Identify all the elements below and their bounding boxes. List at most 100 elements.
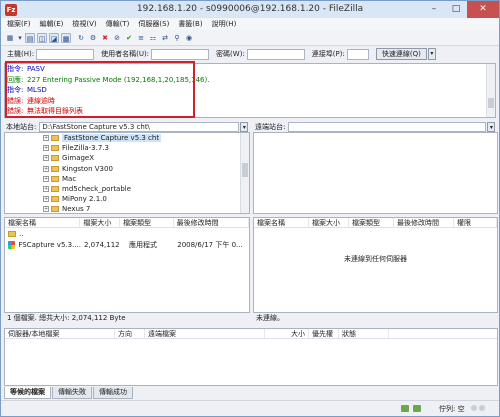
- col-size[interactable]: 大小: [265, 329, 309, 338]
- site-manager-icon[interactable]: ▦: [5, 33, 15, 43]
- process-queue-icon[interactable]: ⚙: [88, 33, 98, 43]
- col-filetype[interactable]: 檔案類型: [120, 218, 174, 227]
- tree-item[interactable]: + MiPony 2.1.0: [5, 194, 249, 204]
- filter-icon[interactable]: ⚏: [148, 33, 158, 43]
- file-row-parent[interactable]: ..: [5, 228, 249, 239]
- tab-queued-files[interactable]: 等候的檔案: [4, 387, 51, 399]
- expand-icon[interactable]: +: [43, 155, 49, 162]
- tree-item[interactable]: + Nexus 7: [5, 204, 249, 214]
- menu-view[interactable]: 檢視(V): [72, 19, 96, 29]
- search-icon[interactable]: ⚲: [172, 33, 182, 43]
- tree-item-label: Nexus 7: [62, 205, 91, 214]
- tree-item-label: FastStone Capture v5.3 cht: [62, 134, 162, 143]
- folder-icon: [51, 186, 59, 193]
- cancel-icon[interactable]: ✖: [100, 33, 110, 43]
- remote-path-dropdown-icon[interactable]: ▾: [487, 121, 496, 132]
- menu-edit[interactable]: 編輯(E): [40, 19, 64, 29]
- col-filetype[interactable]: 檔案類型: [349, 218, 394, 227]
- col-permissions[interactable]: 權限: [454, 218, 497, 227]
- col-filename[interactable]: 檔案名稱: [254, 218, 309, 227]
- tree-item[interactable]: + Mac: [5, 174, 249, 184]
- maximize-button[interactable]: □: [445, 1, 467, 18]
- expand-icon[interactable]: +: [43, 135, 49, 142]
- remote-file-list-header: 檔案名稱 檔案大小 檔案類型 最後修改時間 權限: [254, 218, 497, 228]
- log-scroll-thumb[interactable]: [488, 98, 494, 108]
- tree-item-label: Kingston V300: [62, 164, 113, 173]
- menu-help[interactable]: 說明(H): [212, 19, 237, 29]
- folder-icon: [51, 145, 59, 152]
- tree-item-label: FileZilla-3.7.3: [62, 144, 109, 153]
- reconnect-icon[interactable]: ✔: [124, 33, 134, 43]
- port-input[interactable]: [346, 48, 369, 60]
- port-label: 連接埠(P):: [311, 50, 345, 58]
- local-site-label: 本地站台:: [6, 122, 37, 131]
- log-scrollbar[interactable]: [486, 64, 495, 117]
- dropdown-arrow-icon[interactable]: ▾: [17, 33, 23, 43]
- log-highlight-box: [5, 61, 195, 118]
- expand-icon[interactable]: +: [43, 196, 49, 203]
- col-remote-file[interactable]: 遠端檔案: [145, 329, 265, 338]
- tree-item[interactable]: + md5check_portable: [5, 184, 249, 194]
- local-site-bar: 本地站台: D:\FastStone Capture v5.3 cht\ ▾: [6, 121, 250, 132]
- parent-folder-icon: [8, 230, 16, 237]
- toggle-queue-icon[interactable]: ▩: [61, 32, 71, 43]
- local-path-dropdown-icon[interactable]: ▾: [240, 121, 249, 132]
- quickconnect-dropdown-icon[interactable]: ▾: [427, 48, 436, 60]
- menu-bookmarks[interactable]: 書籤(B): [178, 19, 202, 29]
- folder-icon: [51, 206, 59, 213]
- expand-icon[interactable]: +: [43, 175, 49, 182]
- file-row[interactable]: FSCapture v5.3.... 2,074,112 應用程式 2008/6…: [5, 239, 249, 250]
- col-modified[interactable]: 最後修改時間: [394, 218, 454, 227]
- col-direction[interactable]: 方向: [115, 329, 145, 338]
- title-bar: Fz 192.168.1.20 - s0990006@192.168.1.20 …: [1, 1, 499, 18]
- queue-status-label: 佇列: 空: [439, 405, 465, 413]
- menu-transfer[interactable]: 傳輸(T): [106, 19, 130, 29]
- local-path-input[interactable]: D:\FastStone Capture v5.3 cht\: [39, 121, 240, 132]
- remote-file-list: 檔案名稱 檔案大小 檔案類型 最後修改時間 權限 未連線到任何伺服器: [253, 217, 498, 313]
- password-label: 密碼(W):: [216, 50, 245, 58]
- col-modified[interactable]: 最後修改時間: [174, 218, 249, 227]
- expand-icon[interactable]: +: [43, 186, 49, 193]
- sync-browse-icon[interactable]: ⇄: [160, 33, 170, 43]
- col-filename[interactable]: 檔案名稱: [5, 218, 81, 227]
- host-input[interactable]: [36, 48, 95, 60]
- expand-icon[interactable]: +: [43, 165, 49, 172]
- col-server-local-file[interactable]: 伺服器/本地檔案: [5, 329, 115, 338]
- local-tree-scroll-thumb[interactable]: [242, 163, 248, 177]
- expand-icon[interactable]: +: [43, 145, 49, 152]
- tab-failed-transfers[interactable]: 傳輸失敗: [52, 387, 92, 399]
- quickconnect-button[interactable]: 快速連線(Q): [375, 48, 427, 60]
- close-button[interactable]: ✕: [467, 1, 499, 18]
- col-priority[interactable]: 優先權: [309, 329, 339, 338]
- remote-path-input[interactable]: [288, 121, 487, 132]
- col-filesize[interactable]: 檔案大小: [80, 218, 121, 227]
- folder-icon: [51, 135, 59, 142]
- minimize-button[interactable]: –: [423, 1, 445, 18]
- refresh-icon[interactable]: ↻: [76, 33, 86, 43]
- menu-file[interactable]: 檔案(F): [7, 19, 31, 29]
- tree-item[interactable]: + GimageX: [5, 153, 249, 163]
- tree-item[interactable]: + Kingston V300: [5, 164, 249, 174]
- not-connected-message: 未連線到任何伺服器: [344, 255, 407, 263]
- toggle-remote-tree-icon[interactable]: ◪: [49, 32, 59, 43]
- toggle-log-icon[interactable]: ▤: [25, 32, 35, 43]
- file-type: 應用程式: [129, 240, 157, 249]
- toggle-local-tree-icon[interactable]: ◫: [37, 32, 47, 43]
- binoculars-icon[interactable]: ◉: [184, 33, 194, 43]
- directory-compare-icon[interactable]: ≡: [136, 33, 146, 43]
- local-tree-scrollbar[interactable]: [240, 133, 249, 213]
- expand-icon[interactable]: +: [43, 206, 49, 213]
- filezilla-window: Fz 192.168.1.20 - s0990006@192.168.1.20 …: [0, 0, 500, 417]
- col-filesize[interactable]: 檔案大小: [309, 218, 349, 227]
- toolbar: ▦ ▾ ▤ ◫ ◪ ▩ ↻ ⚙ ✖ ⊘ ✔ ≡ ⚏ ⇄ ⚲ ◉: [1, 30, 499, 45]
- tab-successful-transfers[interactable]: 傳輸成功: [93, 387, 133, 399]
- password-input[interactable]: [246, 48, 305, 60]
- remote-status: 未連線。: [253, 313, 498, 324]
- disconnect-icon[interactable]: ⊘: [112, 33, 122, 43]
- menu-server[interactable]: 伺服器(S): [138, 19, 169, 29]
- tree-item[interactable]: + FastStone Capture v5.3 cht: [5, 133, 249, 143]
- col-status[interactable]: 狀態: [339, 329, 389, 338]
- queue-tabs: 等候的檔案 傳輸失敗 傳輸成功: [4, 387, 134, 399]
- username-input[interactable]: [151, 48, 210, 60]
- tree-item[interactable]: + FileZilla-3.7.3: [5, 143, 249, 153]
